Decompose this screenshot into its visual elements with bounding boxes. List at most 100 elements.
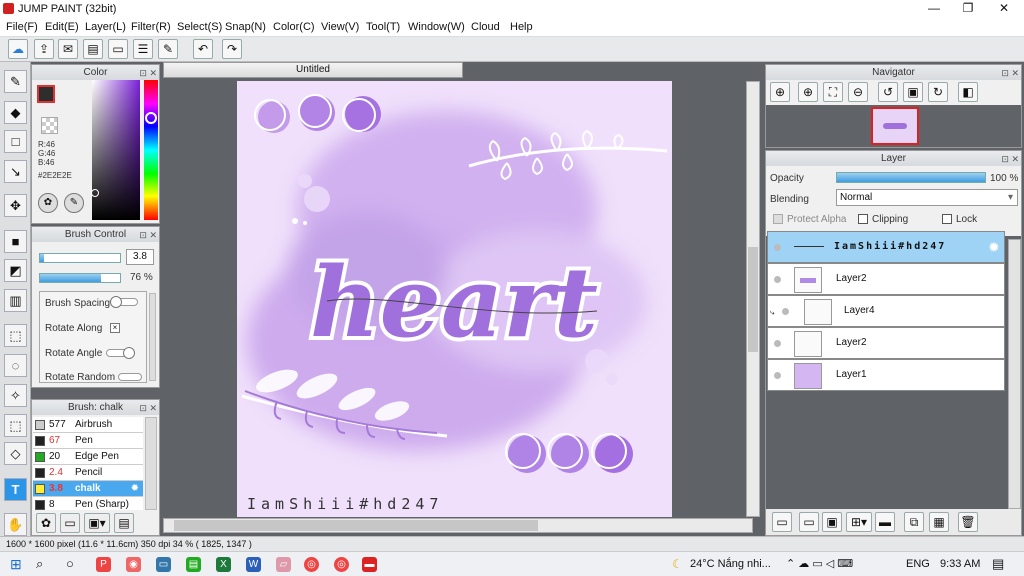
folder-icon[interactable]: ▬ bbox=[875, 512, 895, 532]
rectangle-tool-icon[interactable]: □ bbox=[4, 130, 27, 153]
menu-edit[interactable]: Edit(E) bbox=[45, 21, 79, 33]
rotate-left-icon[interactable]: ↺ bbox=[878, 82, 898, 102]
tray-icons[interactable]: ⌃ ☁ ▭ ◁ ⌨ bbox=[786, 557, 853, 570]
document-tab[interactable]: Untitled bbox=[163, 62, 463, 78]
hand-tool-icon[interactable]: ✋ bbox=[4, 513, 27, 536]
visibility-icon[interactable] bbox=[774, 244, 781, 251]
task-view-icon[interactable]: ○ bbox=[66, 556, 74, 571]
layer-add-menu-icon[interactable]: ⊞▾ bbox=[846, 512, 872, 532]
brush-spacing-slider[interactable] bbox=[110, 296, 138, 308]
panel-close-icon[interactable]: ⊡ ✕ bbox=[1001, 66, 1019, 81]
visibility-icon[interactable] bbox=[774, 372, 781, 379]
notification-icon[interactable]: ▤ bbox=[992, 556, 1004, 572]
palette-edit-icon[interactable]: ✎ bbox=[64, 193, 84, 213]
zoom-out-icon[interactable]: ⊖ bbox=[848, 82, 868, 102]
brush-settings-icon[interactable]: ✹ bbox=[131, 481, 139, 496]
layer-row-iamshiii[interactable]: IamShiii#hd247 ✹ bbox=[767, 231, 1005, 263]
brush-list-scrollbar[interactable] bbox=[145, 417, 157, 510]
menu-cloud[interactable]: Cloud bbox=[471, 21, 500, 33]
layer-row-layer2[interactable]: Layer2 bbox=[767, 263, 1005, 295]
minimize-icon[interactable]: — bbox=[916, 0, 952, 18]
fit-view-icon[interactable]: ⛶ bbox=[823, 82, 843, 102]
palette-icon[interactable]: ✿ bbox=[38, 193, 58, 213]
menu-view[interactable]: View(V) bbox=[321, 21, 359, 33]
panel-close-icon[interactable]: ⊡ ✕ bbox=[139, 401, 157, 416]
menu-color[interactable]: Color(C) bbox=[273, 21, 315, 33]
zoom-in-alt-icon[interactable]: ⊕ bbox=[798, 82, 818, 102]
excel-icon[interactable]: X bbox=[216, 557, 231, 572]
list-icon[interactable]: ☰ bbox=[133, 39, 153, 59]
clipping-checkbox[interactable] bbox=[858, 214, 868, 224]
merge-layer-icon[interactable]: ▦ bbox=[929, 512, 949, 532]
word-icon[interactable]: W bbox=[246, 557, 261, 572]
weather-text[interactable]: 24°C Nắng nhi... bbox=[690, 558, 771, 570]
rotate-right-icon[interactable]: ↻ bbox=[928, 82, 948, 102]
chrome-icon[interactable]: ◎ bbox=[304, 557, 319, 572]
navigator-preview[interactable] bbox=[871, 107, 919, 145]
monitor-icon[interactable]: ▭ bbox=[156, 557, 171, 572]
rotate-angle-slider[interactable] bbox=[106, 347, 135, 359]
clock[interactable]: 9:33 AM bbox=[940, 558, 980, 570]
layer-settings-icon[interactable]: ✹ bbox=[988, 239, 1000, 256]
select-eraser-icon[interactable]: ◇ bbox=[4, 442, 27, 465]
canvas-vertical-scrollbar[interactable] bbox=[746, 81, 760, 517]
panel-close-icon[interactable]: ⊡ ✕ bbox=[139, 66, 157, 81]
hue-slider-thumb[interactable] bbox=[145, 112, 157, 124]
pen-tool-icon[interactable]: ↘ bbox=[4, 160, 27, 183]
files-icon[interactable]: ▱ bbox=[276, 557, 291, 572]
brush-size-field[interactable]: 3.8 bbox=[126, 249, 154, 265]
transparent-color-icon[interactable] bbox=[41, 117, 58, 134]
foreground-color-swatch[interactable] bbox=[37, 85, 55, 103]
delete-layer-icon[interactable]: 🗑 bbox=[958, 512, 978, 532]
bucket-tool-icon[interactable]: ◩ bbox=[4, 259, 27, 282]
app-icon[interactable]: ◉ bbox=[126, 557, 141, 572]
cloud-icon[interactable]: ☁ bbox=[8, 39, 28, 59]
brush-row[interactable]: 3.8 chalk ✹ bbox=[33, 481, 143, 497]
maximize-icon[interactable]: ❐ bbox=[950, 0, 986, 18]
windows-start-icon[interactable]: ⊞ bbox=[10, 556, 22, 573]
saturation-value-picker[interactable] bbox=[92, 80, 140, 220]
magic-wand-icon[interactable]: ✧ bbox=[4, 384, 27, 407]
visibility-icon[interactable] bbox=[782, 308, 789, 315]
close-icon[interactable]: ✕ bbox=[986, 0, 1022, 18]
blending-select[interactable]: Normal ▾ bbox=[836, 189, 1018, 206]
artwork-canvas[interactable]: heart heart IamShiii#hd247 bbox=[237, 81, 672, 517]
rotate-random-slider[interactable] bbox=[118, 373, 142, 381]
brush-row[interactable]: 20 Edge Pen bbox=[33, 449, 143, 465]
visibility-icon[interactable] bbox=[774, 276, 781, 283]
undo-icon[interactable]: ↶ bbox=[193, 39, 213, 59]
gradient-tool-icon[interactable]: ▥ bbox=[4, 289, 27, 312]
share-icon[interactable]: ⇪ bbox=[34, 39, 54, 59]
hue-slider[interactable] bbox=[144, 80, 158, 220]
canvas-horizontal-scrollbar[interactable] bbox=[163, 518, 753, 533]
text-tool-icon[interactable]: T bbox=[4, 478, 27, 501]
brush-control-scrollbar[interactable] bbox=[149, 293, 156, 381]
brush-density-slider[interactable] bbox=[39, 273, 121, 283]
comment-icon[interactable]: ✉ bbox=[58, 39, 78, 59]
lasso-select-icon[interactable]: ◌ bbox=[4, 354, 27, 377]
language-indicator[interactable]: ENG bbox=[906, 558, 930, 570]
flip-icon[interactable]: ◧ bbox=[958, 82, 978, 102]
document-icon[interactable]: ▭ bbox=[108, 39, 128, 59]
duplicate-layer-icon[interactable]: ⧉ bbox=[904, 512, 924, 532]
zoom-in-icon[interactable]: ⊕ bbox=[770, 82, 790, 102]
layer-row-layer4[interactable]: ⤷ Layer4 bbox=[767, 295, 1005, 327]
protect-alpha-checkbox[interactable] bbox=[773, 214, 783, 224]
rotate-along-checkbox[interactable]: × bbox=[110, 323, 120, 333]
reset-rotation-icon[interactable]: ▣ bbox=[903, 82, 923, 102]
brush-row[interactable]: 577 Airbrush bbox=[33, 417, 143, 433]
delete-brush-icon[interactable]: ▤ bbox=[114, 513, 134, 533]
select-pen-icon[interactable]: ⬚ bbox=[4, 414, 27, 437]
layer-list-scrollbar[interactable] bbox=[1008, 239, 1021, 509]
visibility-icon[interactable] bbox=[774, 340, 781, 347]
opacity-slider[interactable] bbox=[836, 172, 986, 183]
chrome-alt-icon[interactable]: ◎ bbox=[334, 557, 349, 572]
brush-settings-icon[interactable]: ✿ bbox=[36, 513, 56, 533]
menu-file[interactable]: File(F) bbox=[6, 21, 38, 33]
fill-rect-tool-icon[interactable]: ■ bbox=[4, 230, 27, 253]
menu-snap[interactable]: Snap(N) bbox=[225, 21, 266, 33]
color-picker-cursor[interactable] bbox=[91, 189, 99, 197]
copy-brush-icon[interactable]: ▣▾ bbox=[84, 513, 110, 533]
powerpoint-icon[interactable]: P bbox=[96, 557, 111, 572]
panel-close-icon[interactable]: ⊡ ✕ bbox=[1001, 152, 1019, 167]
